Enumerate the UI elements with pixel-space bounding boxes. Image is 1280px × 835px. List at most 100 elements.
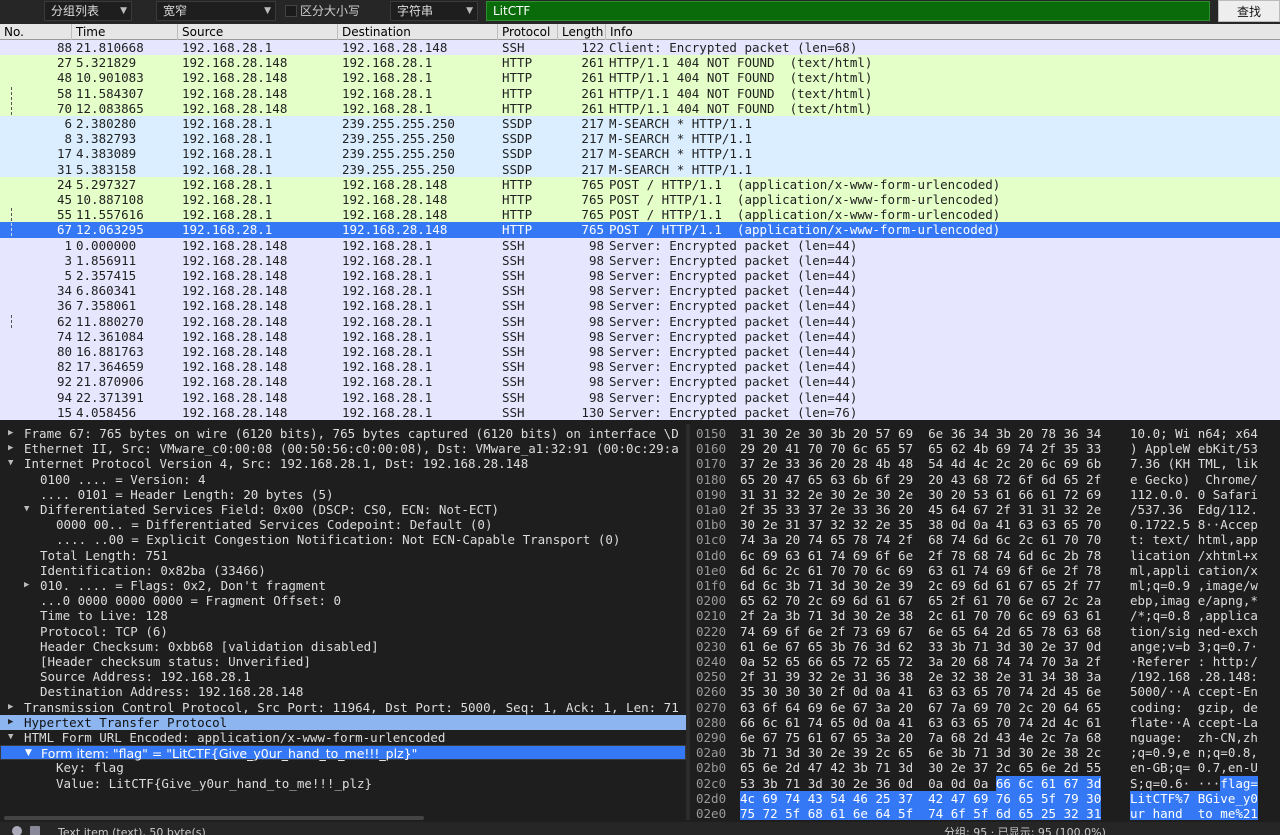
detail-tree-item[interactable]: ▶ Hypertext Transfer Protocol xyxy=(0,714,686,730)
packet-row[interactable]: 5 2.357415 192.168.28.148 192.168.28.1 SSH 98… xyxy=(0,268,1280,284)
bytes-row[interactable]: 0170 37 2e 33 36 20 28 4b 48 54 4d 4c 2c … xyxy=(690,456,1280,471)
column-header-source[interactable]: Source xyxy=(178,24,338,40)
packet-row[interactable]: 36 7.358061 192.168.28.148 192.168.28.1 SSH 9… xyxy=(0,298,1280,314)
detail-tree-item[interactable]: Destination Address: 192.168.28.148 xyxy=(0,684,686,699)
column-header-no[interactable]: No. xyxy=(0,24,72,40)
detail-tree-item[interactable]: .... 0101 = Header Length: 20 bytes (5) xyxy=(0,487,686,502)
collapse-arrow-icon[interactable]: ▼ xyxy=(8,730,18,745)
packet-row[interactable]: 74 12.361084 192.168.28.148 192.168.28.1 SSH… xyxy=(0,328,1280,344)
detail-tree-item[interactable]: ▼ Internet Protocol Version 4, Src: 192.1… xyxy=(0,456,686,471)
bytes-row[interactable]: 02d0 4c 69 74 43 54 46 25 37 42 47 69 76 … xyxy=(690,790,1280,806)
display-scope-select[interactable]: 分组列表 ▼ xyxy=(44,1,132,21)
bytes-row[interactable]: 0290 6e 67 75 61 67 65 3a 20 7a 68 2d 43 … xyxy=(690,730,1280,745)
bytes-row[interactable]: 0240 0a 52 65 66 65 72 65 72 3a 20 68 74 … xyxy=(690,654,1280,669)
search-input[interactable]: LitCTF xyxy=(486,1,1210,21)
detail-tree-item[interactable]: Total Length: 751 xyxy=(0,548,686,563)
detail-tree-item[interactable]: ▶ Transmission Control Protocol, Src Port… xyxy=(0,700,686,715)
packet-row[interactable]: 82 17.364659 192.168.28.148 192.168.28.1 SSH… xyxy=(0,359,1280,375)
expand-arrow-icon[interactable]: ▶ xyxy=(24,578,34,593)
detail-tree-item[interactable]: Source Address: 192.168.28.1 xyxy=(0,669,686,684)
find-button[interactable]: 查找 xyxy=(1218,0,1280,22)
column-header-time[interactable]: Time xyxy=(72,24,178,40)
capture-comment-icon[interactable] xyxy=(30,826,40,835)
detail-tree-item[interactable]: ...0 0000 0000 0000 = Fragment Offset: 0 xyxy=(0,593,686,608)
packet-row[interactable]: 8 3.382793 192.168.28.1 239.255.255.250 SSDP… xyxy=(0,131,1280,147)
search-type-select[interactable]: 字符串 ▼ xyxy=(390,1,478,21)
detail-tree-item[interactable]: Time to Live: 128 xyxy=(0,608,686,623)
packet-row[interactable]: 94 22.371391 192.168.28.148 192.168.28.1 SSH… xyxy=(0,389,1280,405)
detail-tree-item[interactable]: ▶ Frame 67: 765 bytes on wire (6120 bits)… xyxy=(0,426,686,441)
expand-arrow-icon[interactable]: ▶ xyxy=(8,426,18,441)
packet-row[interactable]: 67 12.063295 192.168.28.1 192.168.28.148 HTT… xyxy=(0,222,1280,238)
packet-row[interactable]: 48 10.901083 192.168.28.148 192.168.28.1 HTT… xyxy=(0,70,1280,86)
bytes-row[interactable]: 01f0 6d 6c 3b 71 3d 30 2e 39 2c 69 6d 61 … xyxy=(690,578,1280,593)
bytes-row[interactable]: 0150 31 30 2e 30 3b 20 57 69 6e 36 34 3b … xyxy=(690,426,1280,441)
bytes-row[interactable]: 0250 2f 31 39 32 2e 31 36 38 2e 32 38 2e … xyxy=(690,669,1280,684)
detail-tree-item[interactable]: ▶ Ethernet II, Src: VMware_c0:00:08 (00:5… xyxy=(0,441,686,456)
column-header-info[interactable]: Info xyxy=(606,24,1280,40)
bytes-row[interactable]: 01d0 6c 69 63 61 74 69 6f 6e 2f 78 68 74 … xyxy=(690,548,1280,563)
bytes-row[interactable]: 0160 29 20 41 70 70 6c 65 57 65 62 4b 69 … xyxy=(690,441,1280,456)
bytes-row[interactable]: 02b0 65 6e 2d 47 42 3b 71 3d 30 2e 37 2c … xyxy=(690,760,1280,775)
bytes-row[interactable]: 02e0 75 72 5f 68 61 6e 64 5f 74 6f 5f 6d … xyxy=(690,806,1280,820)
bytes-row[interactable]: 0270 63 6f 64 69 6e 67 3a 20 67 7a 69 70 … xyxy=(690,700,1280,715)
packet-row[interactable]: 70 12.083865 192.168.28.148 192.168.28.1 HTT… xyxy=(0,100,1280,116)
packet-row[interactable]: 6 2.380280 192.168.28.1 239.255.255.250 SSDP… xyxy=(0,116,1280,132)
expand-arrow-icon[interactable]: ▶ xyxy=(8,441,18,456)
packet-row[interactable]: 34 6.860341 192.168.28.148 192.168.28.1 SSH 9… xyxy=(0,283,1280,299)
packet-row[interactable]: 15 4.058456 192.168.28.148 192.168.28.1 SSH 1… xyxy=(0,404,1280,420)
bytes-row[interactable]: 01e0 6d 6c 2c 61 70 70 6c 69 63 61 74 69 … xyxy=(690,563,1280,578)
detail-tree-item[interactable]: [Header checksum status: Unverified] xyxy=(0,654,686,669)
detail-tree-item[interactable]: 0000 00.. = Differentiated Services Code… xyxy=(0,517,686,532)
detail-tree-item[interactable]: Identification: 0x82ba (33466) xyxy=(0,563,686,578)
detail-tree-item[interactable]: Value: LitCTF{Give_y0ur_hand_to_me!!!_pl… xyxy=(0,776,686,791)
detail-tree-item[interactable]: Protocol: TCP (6) xyxy=(0,624,686,639)
detail-tree-item[interactable]: 0100 .... = Version: 4 xyxy=(0,472,686,487)
detail-tree-item[interactable]: ▼ Form item: "flag" = "LitCTF{Give_y0ur_h… xyxy=(0,745,686,761)
detail-tree-item[interactable]: Key: flag xyxy=(0,760,686,775)
charset-select[interactable]: 宽窄 ▼ xyxy=(156,1,276,21)
packet-row[interactable]: 58 11.584307 192.168.28.148 192.168.28.1 HTT… xyxy=(0,85,1280,101)
column-header-length[interactable]: Length xyxy=(558,24,606,40)
packet-row[interactable]: 92 21.870906 192.168.28.148 192.168.28.1 SSH… xyxy=(0,374,1280,390)
detail-tree-item[interactable]: ▼ HTML Form URL Encoded: application/x-ww… xyxy=(0,730,686,745)
collapse-arrow-icon[interactable]: ▼ xyxy=(25,746,35,761)
bytes-row[interactable]: 01b0 30 2e 31 37 32 32 2e 35 38 0d 0a 41 … xyxy=(690,517,1280,532)
bytes-row[interactable]: 02c0 53 3b 71 3d 30 2e 36 0d 0a 0d 0a 66 … xyxy=(690,775,1280,791)
packet-row[interactable]: 88 21.810668 192.168.28.1 192.168.28.148 SSH… xyxy=(0,40,1280,56)
detail-tree-item[interactable]: Header Checksum: 0xbb68 [validation disa… xyxy=(0,639,686,654)
bytes-row[interactable]: 0180 65 20 47 65 63 6b 6f 29 20 43 68 72 … xyxy=(690,472,1280,487)
case-sensitive-checkbox[interactable] xyxy=(285,5,297,17)
packet-row[interactable]: 27 5.321829 192.168.28.148 192.168.28.1 HTTP… xyxy=(0,55,1280,71)
collapse-arrow-icon[interactable]: ▼ xyxy=(8,456,18,471)
expand-arrow-icon[interactable]: ▶ xyxy=(8,715,18,730)
packet-row[interactable]: 55 11.557616 192.168.28.1 192.168.28.148 HTT… xyxy=(0,207,1280,223)
packet-row[interactable]: 3 1.856911 192.168.28.148 192.168.28.1 SSH 98… xyxy=(0,252,1280,268)
packet-row[interactable]: 17 4.383089 192.168.28.1 239.255.255.250 SSD… xyxy=(0,146,1280,162)
bytes-row[interactable]: 0200 65 62 70 2c 69 6d 61 67 65 2f 61 70 … xyxy=(690,593,1280,608)
packet-row[interactable]: 45 10.887108 192.168.28.1 192.168.28.148 HTT… xyxy=(0,192,1280,208)
expert-info-icon[interactable] xyxy=(12,826,22,835)
bytes-row[interactable]: 0260 35 30 30 30 2f 0d 0a 41 63 63 65 70 … xyxy=(690,684,1280,699)
expand-arrow-icon[interactable]: ▶ xyxy=(8,700,18,715)
bytes-row[interactable]: 0190 31 31 32 2e 30 2e 30 2e 30 20 53 61 … xyxy=(690,487,1280,502)
bytes-row[interactable]: 01a0 2f 35 33 37 2e 33 36 20 45 64 67 2f … xyxy=(690,502,1280,517)
detail-tree-item[interactable]: ▶ 010. .... = Flags: 0x2, Don't fragment xyxy=(0,578,686,593)
packet-row[interactable]: 62 11.880270 192.168.28.148 192.168.28.1 SSH… xyxy=(0,313,1280,329)
column-header-destination[interactable]: Destination xyxy=(338,24,498,40)
column-header-protocol[interactable]: Protocol xyxy=(498,24,558,40)
collapse-arrow-icon[interactable]: ▼ xyxy=(24,502,34,517)
packet-row[interactable]: 1 0.000000 192.168.28.148 192.168.28.1 SSH 98… xyxy=(0,237,1280,253)
detail-tree-item[interactable]: ▼ Differentiated Services Field: 0x00 (DS… xyxy=(0,502,686,517)
bytes-row[interactable]: 0280 66 6c 61 74 65 0d 0a 41 63 63 65 70 … xyxy=(690,715,1280,730)
bytes-row[interactable]: 0210 2f 2a 3b 71 3d 30 2e 38 2c 61 70 70 … xyxy=(690,608,1280,623)
packet-row[interactable]: 31 5.383158 192.168.28.1 239.255.255.250 SSD… xyxy=(0,161,1280,177)
packet-row[interactable]: 80 16.881763 192.168.28.148 192.168.28.1 SSH… xyxy=(0,344,1280,360)
details-horizontal-scrollbar[interactable] xyxy=(4,816,424,820)
bytes-row[interactable]: 01c0 74 3a 20 74 65 78 74 2f 68 74 6d 6c … xyxy=(690,532,1280,547)
bytes-row[interactable]: 0220 74 69 6f 6e 2f 73 69 67 6e 65 64 2d … xyxy=(690,624,1280,639)
packet-row[interactable]: 24 5.297327 192.168.28.1 192.168.28.148 HTTP… xyxy=(0,176,1280,192)
detail-tree-item[interactable]: .... ..00 = Explicit Congestion Notifica… xyxy=(0,532,686,547)
bytes-row[interactable]: 02a0 3b 71 3d 30 2e 39 2c 65 6e 3b 71 3d … xyxy=(690,745,1280,760)
bytes-row[interactable]: 0230 61 6e 67 65 3b 76 3d 62 33 3b 71 3d … xyxy=(690,639,1280,654)
